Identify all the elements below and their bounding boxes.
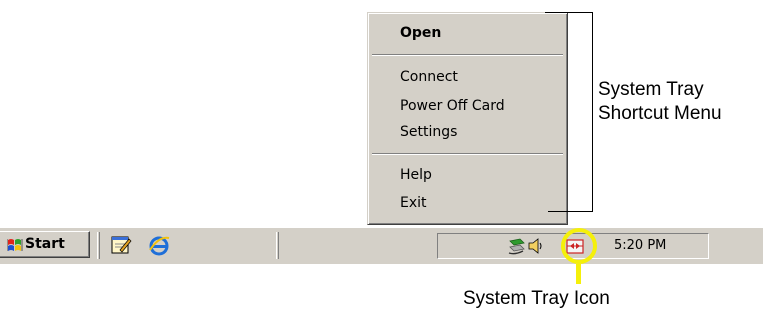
callout-bracket-bottom <box>548 211 593 212</box>
menu-callout-line-1: System Tray <box>598 79 704 100</box>
highlight-pointer <box>576 264 581 284</box>
windows-logo-icon <box>7 239 23 251</box>
menu-item-settings[interactable]: Settings <box>400 124 457 140</box>
system-tray-shortcut-menu: Open Connect Power Off Card Settings Hel… <box>367 12 568 225</box>
menu-item-exit[interactable]: Exit <box>400 195 427 211</box>
menu-item-open[interactable]: Open <box>400 25 441 41</box>
menu-callout-line-2: Shortcut Menu <box>598 103 722 124</box>
menu-separator <box>372 153 563 155</box>
tray-icon-highlight <box>561 228 597 264</box>
menu-item-power-off-card[interactable]: Power Off Card <box>400 98 505 114</box>
callout-bracket-top <box>545 12 593 13</box>
menu-callout-label: System Tray Shortcut Menu <box>598 78 722 126</box>
notepad-icon[interactable] <box>110 234 132 256</box>
menu-separator <box>372 54 563 56</box>
network-cable-icon[interactable] <box>507 237 527 255</box>
menu-item-connect[interactable]: Connect <box>400 69 458 85</box>
taskbar-divider[interactable] <box>276 232 279 259</box>
start-label: Start <box>25 236 65 252</box>
tray-icon-callout-label: System Tray Icon <box>463 288 610 309</box>
start-button[interactable]: Start <box>0 231 90 258</box>
callout-bracket-side <box>592 12 593 212</box>
taskbar: Start 5:20 PM <box>0 227 763 264</box>
internet-explorer-icon[interactable] <box>148 234 170 256</box>
toolbar-grip[interactable] <box>97 232 100 259</box>
menu-item-help[interactable]: Help <box>400 167 432 183</box>
clock[interactable]: 5:20 PM <box>614 238 666 254</box>
speaker-volume-icon[interactable] <box>527 237 545 255</box>
